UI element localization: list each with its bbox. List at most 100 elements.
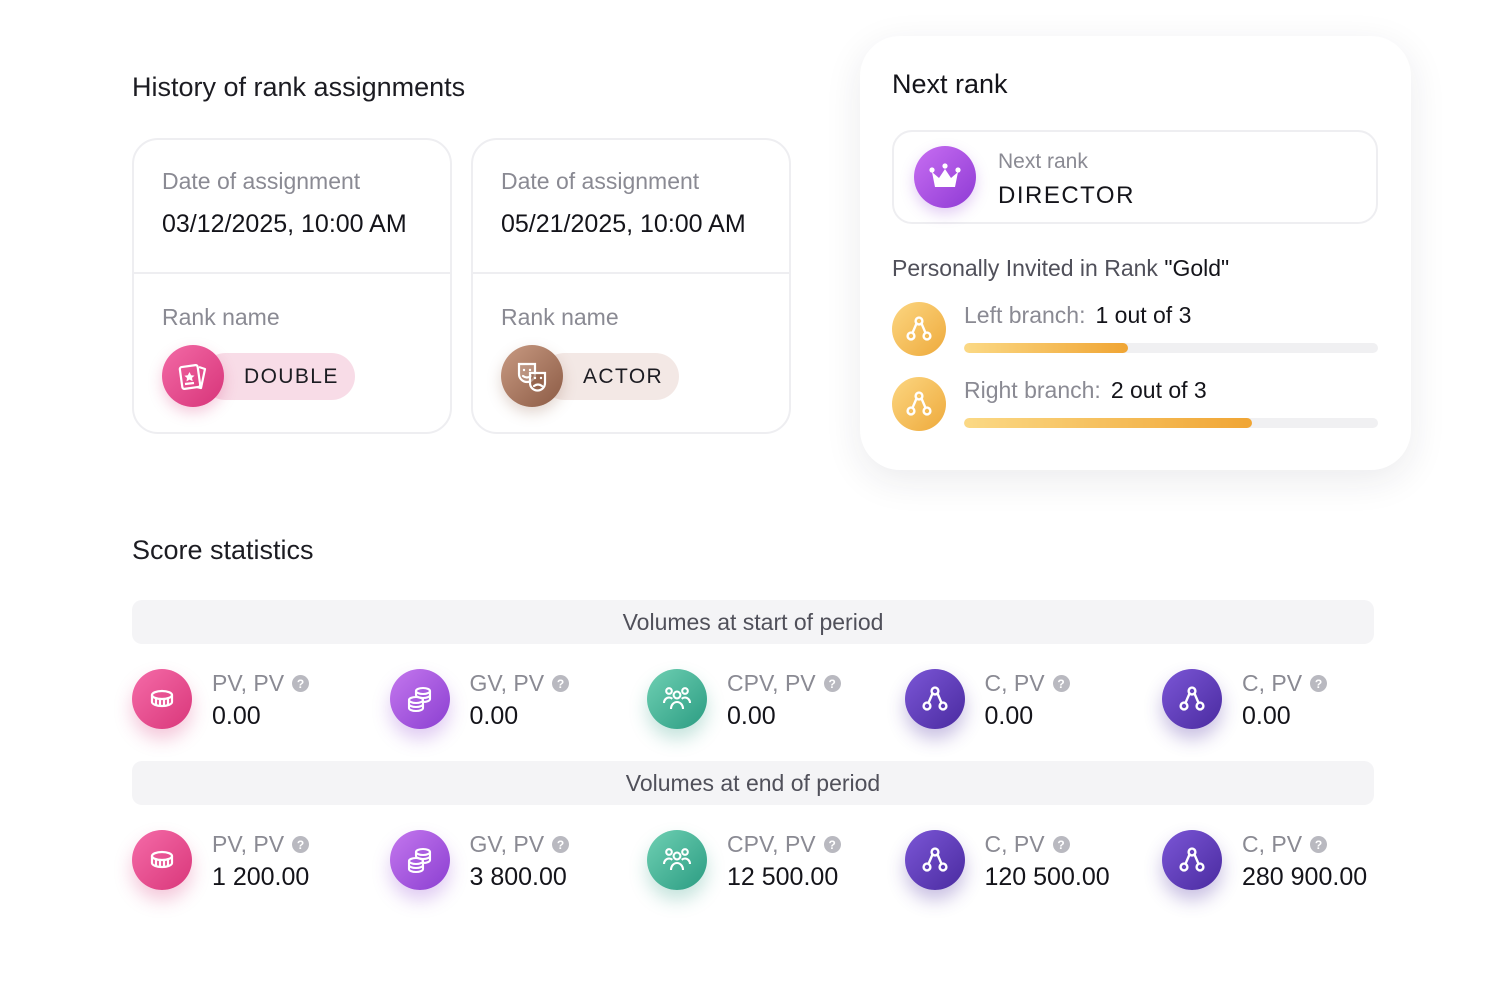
stat-value: 0.00	[984, 702, 1034, 730]
progress-fill	[964, 418, 1252, 428]
help-icon[interactable]: ?	[1052, 675, 1070, 692]
rank-block: Rank name DOUBLE	[134, 274, 450, 407]
coin-icon	[132, 830, 192, 890]
binary-tree-icon	[904, 669, 965, 729]
branch-label: Left branch: 1 out of 3	[964, 302, 1191, 329]
help-icon[interactable]: ?	[1310, 836, 1328, 853]
binary-tree-icon	[892, 377, 946, 431]
stat-label-text: C, PV	[984, 670, 1045, 696]
next-rank-label: Next rank	[998, 150, 1088, 173]
binary-tree-icon	[1162, 830, 1222, 890]
right-branch-progress: Right branch: 2 out of 3	[892, 375, 1378, 435]
coin-icon	[132, 669, 192, 729]
next-rank-title: Next rank	[892, 69, 1008, 99]
rank-assignment-card: Date of assignment 05/21/2025, 10:00 AM …	[471, 138, 791, 434]
branch-label-text: Left branch:	[964, 302, 1086, 328]
stat-label-text: C, PV	[1242, 670, 1303, 696]
stat-label-text: PV, PV	[212, 670, 285, 696]
stat-label: GV, PV?	[470, 670, 570, 697]
stat-item: CPV, PV? 0.00	[647, 666, 897, 736]
stat-item: C, PV? 280 900.00	[1162, 827, 1412, 897]
stat-label: C, PV?	[1242, 831, 1328, 858]
stat-label: C, PV?	[985, 831, 1070, 858]
help-icon[interactable]: ?	[823, 675, 841, 692]
stat-label: PV, PV?	[212, 670, 310, 697]
stat-item: C, PV? 0.00	[904, 666, 1155, 736]
help-icon[interactable]: ?	[823, 836, 841, 853]
next-rank-box: Next rank DIRECTOR	[892, 130, 1378, 224]
stat-value: 0.00	[469, 702, 519, 730]
stat-item: GV, PV? 3 800.00	[389, 827, 640, 897]
stat-label-text: GV, PV	[469, 670, 545, 696]
rank-chip: ACTOR	[501, 345, 789, 407]
stat-value: 0.00	[1242, 702, 1291, 730]
assignment-date-block: Date of assignment 05/21/2025, 10:00 AM	[473, 140, 789, 274]
branch-value: 2 out of 3	[1110, 377, 1207, 403]
stat-label-text: C, PV	[984, 831, 1045, 857]
branch-label-text: Right branch:	[964, 377, 1101, 403]
invited-requirement-label: Personally Invited in Rank "Gold"	[892, 255, 1229, 282]
branch-label: Right branch: 2 out of 3	[964, 377, 1207, 404]
progress-track	[964, 418, 1378, 428]
next-rank-card: Next rank Next rank DIRECTOR Personally …	[860, 36, 1411, 470]
team-icon	[647, 830, 707, 890]
stat-label: C, PV?	[1242, 670, 1328, 697]
assignment-date: 05/21/2025, 10:00 AM	[501, 210, 746, 238]
score-statistics-title: Score statistics	[132, 535, 314, 565]
stat-item: PV, PV? 0.00	[132, 666, 382, 736]
rank-chip: DOUBLE	[162, 345, 450, 407]
help-icon[interactable]: ?	[292, 675, 310, 692]
history-title: History of rank assignments	[132, 72, 466, 102]
stat-item: C, PV? 120 500.00	[904, 827, 1155, 897]
stat-label: CPV, PV?	[727, 831, 841, 858]
team-icon	[647, 669, 707, 729]
rank-name: DOUBLE	[202, 353, 355, 400]
stats-row-start: PV, PV? 0.00 GV, PV? 0.00 CPV, PV? 0.00 C, PV?…	[132, 666, 1392, 736]
left-branch-progress: Left branch: 1 out of 3	[892, 300, 1378, 360]
stat-item: PV, PV? 1 200.00	[132, 827, 382, 897]
rank-block: Rank name ACTOR	[473, 274, 789, 407]
stat-value: 280 900.00	[1242, 863, 1368, 891]
ticket-icon	[162, 345, 224, 407]
stat-value: 120 500.00	[984, 863, 1110, 891]
help-icon[interactable]: ?	[1310, 675, 1328, 692]
invited-rank: "Gold"	[1164, 255, 1230, 281]
help-icon[interactable]: ?	[292, 836, 310, 853]
stat-value: 3 800.00	[469, 863, 567, 891]
stats-row-end: PV, PV? 1 200.00 GV, PV? 3 800.00 CPV, PV? 12…	[132, 827, 1392, 897]
stat-value: 12 500.00	[727, 863, 839, 891]
rank-assignment-card: Date of assignment 03/12/2025, 10:00 AM …	[132, 138, 452, 434]
help-icon[interactable]: ?	[552, 675, 570, 692]
period-start-header: Volumes at start of period	[132, 600, 1374, 644]
stat-label: PV, PV?	[212, 831, 310, 858]
next-rank-value: DIRECTOR	[998, 182, 1135, 209]
stat-item: GV, PV? 0.00	[389, 666, 640, 736]
rank-name-label: Rank name	[501, 304, 619, 330]
date-label: Date of assignment	[162, 168, 361, 194]
progress-track	[964, 343, 1378, 353]
stat-label-text: GV, PV	[469, 831, 545, 857]
assignment-date-block: Date of assignment 03/12/2025, 10:00 AM	[134, 140, 450, 274]
coin-stack-icon	[389, 669, 450, 729]
stat-label-text: C, PV	[1242, 831, 1303, 857]
stat-item: CPV, PV? 12 500.00	[647, 827, 897, 897]
branch-value: 1 out of 3	[1095, 302, 1192, 328]
date-label: Date of assignment	[501, 168, 700, 194]
stat-value: 0.00	[727, 702, 776, 730]
help-icon[interactable]: ?	[552, 836, 570, 853]
help-icon[interactable]: ?	[1052, 836, 1070, 853]
stat-label-text: CPV, PV	[727, 831, 816, 857]
stat-value: 0.00	[212, 702, 261, 730]
stat-label: CPV, PV?	[727, 670, 841, 697]
stat-label: C, PV?	[985, 670, 1070, 697]
binary-tree-icon	[892, 302, 946, 356]
stat-item: C, PV? 0.00	[1162, 666, 1412, 736]
period-end-header: Volumes at end of period	[132, 761, 1374, 805]
binary-tree-icon	[904, 830, 965, 890]
rank-name-label: Rank name	[162, 304, 280, 330]
stat-label-text: CPV, PV	[727, 670, 816, 696]
binary-tree-icon	[1162, 669, 1222, 729]
stat-label-text: PV, PV	[212, 831, 285, 857]
stat-value: 1 200.00	[212, 863, 310, 891]
stat-label: GV, PV?	[470, 831, 570, 858]
